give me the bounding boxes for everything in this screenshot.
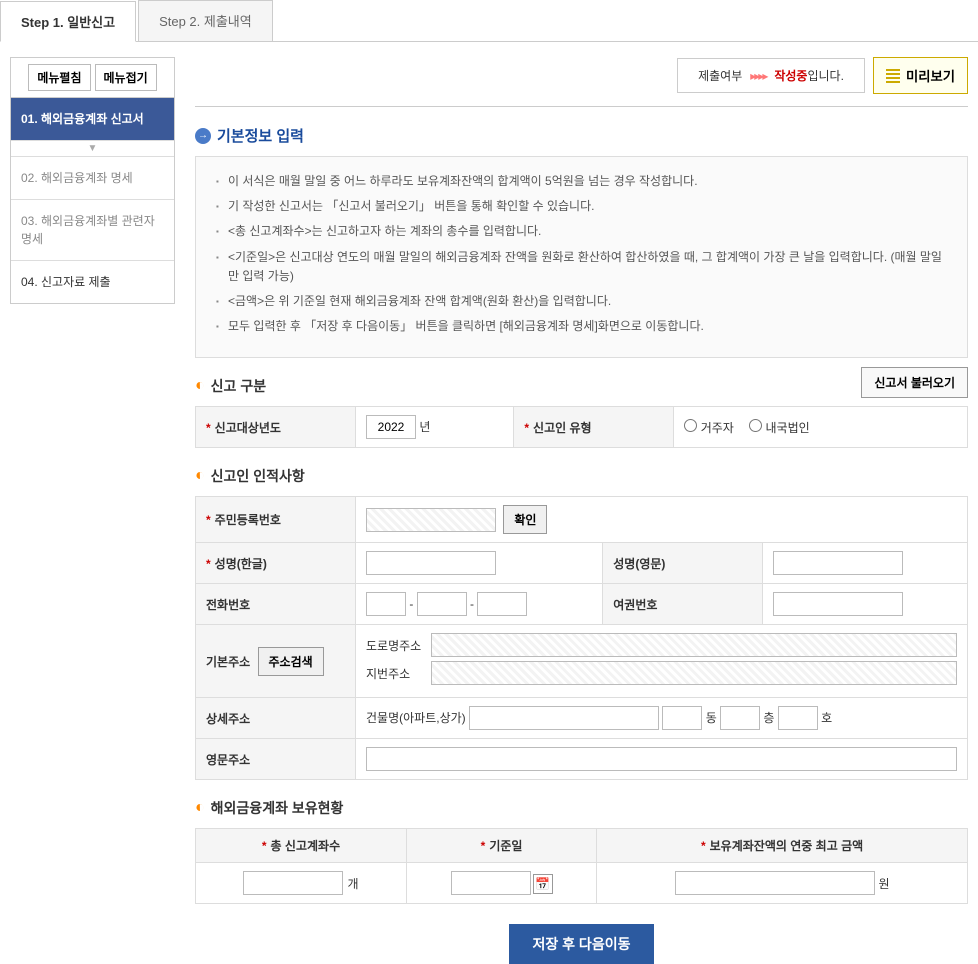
info-item: 기 작성한 신고서는 「신고서 불러오기」 버튼을 통해 확인할 수 있습니다.: [216, 197, 947, 216]
count-unit: 개: [347, 877, 358, 891]
addr-en-input[interactable]: [366, 747, 957, 771]
addr-dong-input[interactable]: [662, 706, 702, 730]
name-en-label: 성명(영문): [613, 557, 665, 571]
addr-road-input: [431, 633, 957, 657]
addr-floor-input[interactable]: [720, 706, 760, 730]
name-kr-label: 성명(한글): [215, 557, 267, 571]
amount-unit: 원: [879, 877, 890, 891]
bullet-icon: ◐: [195, 467, 205, 485]
info-item: 이 서식은 매월 말일 중 어느 하루라도 보유계좌잔액의 합계액이 5억원을 …: [216, 172, 947, 191]
addr-ho-unit: 호: [821, 711, 832, 725]
addr-jibun-input: [431, 661, 957, 685]
col-date-label: 기준일: [489, 839, 522, 853]
bullet-icon: ◐: [195, 377, 205, 395]
menu-expand-button[interactable]: 메뉴펼침: [28, 64, 90, 91]
addr-road-label: 도로명주소: [366, 637, 431, 654]
info-notice-box: 이 서식은 매월 말일 중 어느 하루라도 보유계좌잔액의 합계액이 5억원을 …: [195, 156, 968, 358]
arrow-right-icon: →: [195, 128, 211, 144]
menu-collapse-button[interactable]: 메뉴접기: [95, 64, 157, 91]
year-input[interactable]: [366, 415, 416, 439]
status-label: 제출여부: [698, 67, 742, 84]
info-item: <기준일>은 신고대상 연도의 매월 말일의 해외금융계좌 잔액을 원화로 환산…: [216, 248, 947, 286]
sidebar-item-submit[interactable]: 04. 신고자료 제출: [11, 261, 174, 303]
bullet-icon: ◐: [195, 799, 205, 817]
reporter-type-label: 신고인 유형: [533, 421, 592, 435]
phone-input-2[interactable]: [417, 592, 467, 616]
address-search-button[interactable]: 주소검색: [258, 647, 324, 676]
list-icon: [886, 69, 900, 83]
load-report-button[interactable]: 신고서 불러오기: [861, 367, 968, 398]
addr-dong-unit: 동: [706, 711, 717, 725]
rrn-label: 주민등록번호: [215, 513, 281, 527]
submission-status: 제출여부 ▸▸▸▸ 작성중입니다.: [677, 58, 865, 93]
sidebar-item-related-persons[interactable]: 03. 해외금융계좌별 관련자 명세: [11, 200, 174, 261]
year-label: 신고대상년도: [215, 421, 281, 435]
rrn-confirm-button[interactable]: 확인: [503, 505, 547, 534]
radio-resident[interactable]: 거주자: [684, 421, 733, 435]
name-en-input[interactable]: [773, 551, 903, 575]
tab-step2[interactable]: Step 2. 제출내역: [138, 0, 273, 41]
chevron-down-icon: ▼: [11, 141, 174, 157]
addr-jibun-label: 지번주소: [366, 665, 431, 682]
base-date-input[interactable]: [451, 871, 531, 895]
status-value: 작성중: [774, 69, 807, 83]
phone-input-3[interactable]: [477, 592, 527, 616]
name-kr-input[interactable]: [366, 551, 496, 575]
addr-base-label: 기본주소: [206, 655, 250, 669]
addr-en-label: 영문주소: [206, 753, 250, 767]
rrn-input: [366, 508, 496, 532]
phone-input-1[interactable]: [366, 592, 406, 616]
passport-label: 여권번호: [613, 598, 657, 612]
passport-input[interactable]: [773, 592, 903, 616]
addr-floor-unit: 층: [763, 711, 774, 725]
radio-corporation[interactable]: 내국법인: [749, 421, 810, 435]
calendar-icon[interactable]: 📅: [533, 874, 553, 894]
addr-detail-label: 상세주소: [206, 712, 250, 726]
col-amount-label: 보유계좌잔액의 연중 최고 금액: [710, 839, 864, 853]
sidebar-item-account-details[interactable]: 02. 해외금융계좌 명세: [11, 157, 174, 200]
sidebar-item-report-form[interactable]: 01. 해외금융계좌 신고서: [11, 98, 174, 141]
year-unit: 년: [419, 420, 430, 434]
info-item: 모두 입력한 후 「저장 후 다음이동」 버튼을 클릭하면 [해외금융계좌 명세…: [216, 317, 947, 336]
addr-ho-input[interactable]: [778, 706, 818, 730]
save-next-button[interactable]: 저장 후 다음이동: [509, 924, 655, 964]
status-suffix: 입니다.: [807, 69, 843, 83]
tab-step1[interactable]: Step 1. 일반신고: [0, 1, 136, 42]
info-item: <금액>은 위 기준일 현재 해외금융계좌 잔액 합계액(원화 환산)을 입력합…: [216, 292, 947, 311]
section-report-type-title: 신고 구분: [211, 376, 266, 396]
preview-button[interactable]: 미리보기: [873, 57, 968, 94]
addr-building-input[interactable]: [469, 706, 659, 730]
max-balance-input[interactable]: [675, 871, 875, 895]
section-holdings-title: 해외금융계좌 보유현황: [211, 798, 344, 818]
info-item: <총 신고계좌수>는 신고하고자 하는 계좌의 총수를 입력합니다.: [216, 222, 947, 241]
addr-building-label: 건물명(아파트,상가): [366, 711, 466, 725]
page-title: 기본정보 입력: [217, 125, 304, 146]
phone-label: 전화번호: [206, 598, 250, 612]
account-count-input[interactable]: [243, 871, 343, 895]
section-personal-title: 신고인 인적사항: [211, 466, 305, 486]
col-count-label: 총 신고계좌수: [271, 839, 341, 853]
arrow-icon: ▸▸▸▸: [750, 69, 766, 83]
